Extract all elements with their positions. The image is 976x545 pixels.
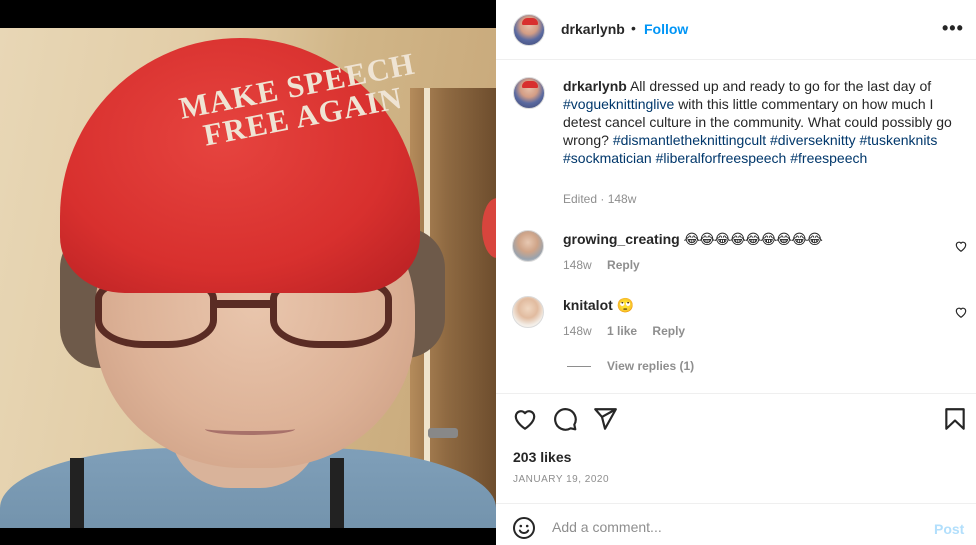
hashtag-link[interactable]: #sockmatician [563,150,652,166]
comment-item: knitalot 🙄 [563,297,634,314]
likes-count[interactable]: 203 likes [513,449,571,465]
comment-meta: 148w 1 like Reply [563,324,697,338]
commenter-avatar[interactable] [512,296,544,328]
comment-age: 148w [563,258,592,272]
save-bookmark-icon[interactable] [942,406,968,432]
emoji-smiley-icon[interactable] [512,516,536,540]
door-handle [428,428,458,438]
comment-like-heart-icon[interactable] [954,239,968,253]
hashtag-link[interactable]: #diverseknitty [770,132,856,148]
comment-text: 🙄 [616,297,634,313]
post-side-panel: drkarlynb • Follow ••• drkarlynb All dre… [496,0,976,545]
comment-meta: 148w Reply [563,258,652,272]
commenter-avatar[interactable] [512,230,544,262]
glasses-bridge [212,300,274,308]
share-paper-plane-icon[interactable] [592,406,618,432]
post-date: JANUARY 19, 2020 [513,474,610,485]
lanyard-strap-left [70,458,84,528]
red-cap: MAKE SPEECH FREE AGAIN [60,38,420,293]
post-comment-button[interactable]: Post [934,521,964,537]
lanyard-strap-right [330,458,344,528]
hashtag-link[interactable]: #tuskenknits [860,132,938,148]
post-photo[interactable]: MAKE SPEECH FREE AGAIN [0,0,496,545]
comment-like-heart-icon[interactable] [954,305,968,319]
caption-author-avatar[interactable] [513,77,545,109]
caption-username[interactable]: drkarlynb [563,78,627,94]
author-username[interactable]: drkarlynb [561,21,625,37]
comment-age: 148w [563,324,592,338]
hashtag-link[interactable]: #liberalforfreespeech [656,150,787,166]
author-avatar[interactable] [513,14,545,46]
add-comment-input[interactable] [552,516,912,538]
follow-button[interactable]: Follow [644,21,688,37]
instagram-post-view: MAKE SPEECH FREE AGAIN drkarlynb • Follo… [0,0,976,545]
view-replies-divider [567,366,591,367]
commenter-username[interactable]: knitalot [563,297,613,313]
post-caption: drkarlynb All dressed up and ready to go… [563,77,958,167]
separator-dot: • [631,20,636,36]
hashtag-link[interactable]: #vogueknittinglive [563,96,674,112]
reply-button[interactable]: Reply [652,324,685,338]
comment-item: growing_creating 😂😂😂😂😂😂😂😂😂 [563,231,823,248]
hashtag-link[interactable]: #dismantletheknittingcult [613,132,766,148]
view-replies-button[interactable]: View replies (1) [607,359,694,373]
caption-text-part-1: All dressed up and ready to go for the l… [629,78,932,94]
add-comment-bar: Post [496,503,976,545]
reply-button[interactable]: Reply [607,258,640,272]
mouth [205,423,295,435]
comment-bubble-icon[interactable] [552,406,578,432]
more-options-icon[interactable]: ••• [942,18,964,39]
comment-text: 😂😂😂😂😂😂😂😂😂 [683,231,823,247]
post-header: drkarlynb • Follow ••• [496,0,976,60]
comment-like-count[interactable]: 1 like [607,324,637,338]
actions-divider [496,393,976,394]
photo-scene: MAKE SPEECH FREE AGAIN [0,28,496,528]
cap-slogan: MAKE SPEECH FREE AGAIN [176,46,423,155]
caption-edited-meta: Edited · 148w [563,192,637,206]
hashtag-link[interactable]: #freespeech [790,150,867,166]
like-heart-icon[interactable] [512,406,538,432]
commenter-username[interactable]: growing_creating [563,231,680,247]
